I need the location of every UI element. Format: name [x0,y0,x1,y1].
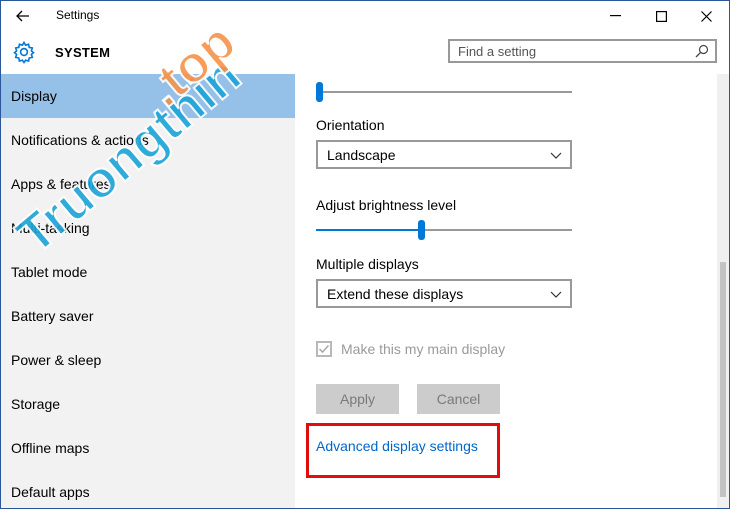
main-display-option: Make this my main display [316,339,505,359]
main-display-checkbox[interactable] [316,341,332,357]
sidebar-item-notifications[interactable]: Notifications & actions [1,118,295,162]
sidebar-item-default-apps[interactable]: Default apps [1,470,295,514]
search-box[interactable] [448,39,717,63]
maximize-icon [655,10,667,22]
apply-button[interactable]: Apply [316,384,399,414]
brightness-label: Adjust brightness level [316,197,457,213]
slider-fill [316,229,421,231]
sidebar-item-offline-maps[interactable]: Offline maps [1,426,295,470]
slider-thumb[interactable] [316,82,323,102]
scale-slider[interactable] [316,82,572,102]
multiple-displays-value: Extend these displays [327,286,464,302]
minimize-button[interactable] [592,1,638,31]
search-icon [695,44,709,58]
chevron-down-icon [550,291,562,298]
cancel-button[interactable]: Cancel [417,384,500,414]
settings-window: Settings SYSTEM Display Notifica [0,0,730,509]
title-bar: Settings [1,1,729,31]
sidebar-item-tablet-mode[interactable]: Tablet mode [1,250,295,294]
sidebar-item-display[interactable]: Display [1,74,295,118]
sidebar: Display Notifications & actions Apps & f… [1,74,295,508]
orientation-value: Landscape [327,147,396,163]
multiple-displays-dropdown[interactable]: Extend these displays [316,279,572,308]
sidebar-item-battery-saver[interactable]: Battery saver [1,294,295,338]
slider-track [316,91,572,93]
orientation-label: Orientation [316,117,385,133]
chevron-down-icon [550,152,562,159]
search-input[interactable] [458,43,688,60]
main-display-checkbox-label: Make this my main display [341,341,506,357]
sidebar-item-power-sleep[interactable]: Power & sleep [1,338,295,382]
window-title: Settings [56,8,100,22]
close-button[interactable] [683,1,729,31]
checkmark-icon [318,344,330,354]
slider-thumb[interactable] [418,220,425,240]
scrollbar-thumb[interactable] [720,262,726,497]
sidebar-item-apps[interactable]: Apps & features [1,162,295,206]
display-settings-panel: Orientation Landscape Adjust brightness … [295,74,717,508]
maximize-button[interactable] [638,1,684,31]
sidebar-item-multitasking[interactable]: Multi-tasking [1,206,295,250]
multiple-displays-label: Multiple displays [316,256,419,272]
minimize-icon [609,15,621,17]
back-button[interactable] [9,5,37,27]
brightness-slider[interactable] [316,220,572,240]
back-arrow-icon [16,10,29,22]
advanced-display-settings-link[interactable]: Advanced display settings [316,438,478,454]
vertical-scrollbar[interactable] [717,74,729,508]
close-icon [700,10,712,22]
gear-icon [13,40,35,64]
page-header: SYSTEM [1,31,729,73]
sidebar-item-storage[interactable]: Storage [1,382,295,426]
orientation-dropdown[interactable]: Landscape [316,140,572,169]
section-title: SYSTEM [55,45,111,60]
